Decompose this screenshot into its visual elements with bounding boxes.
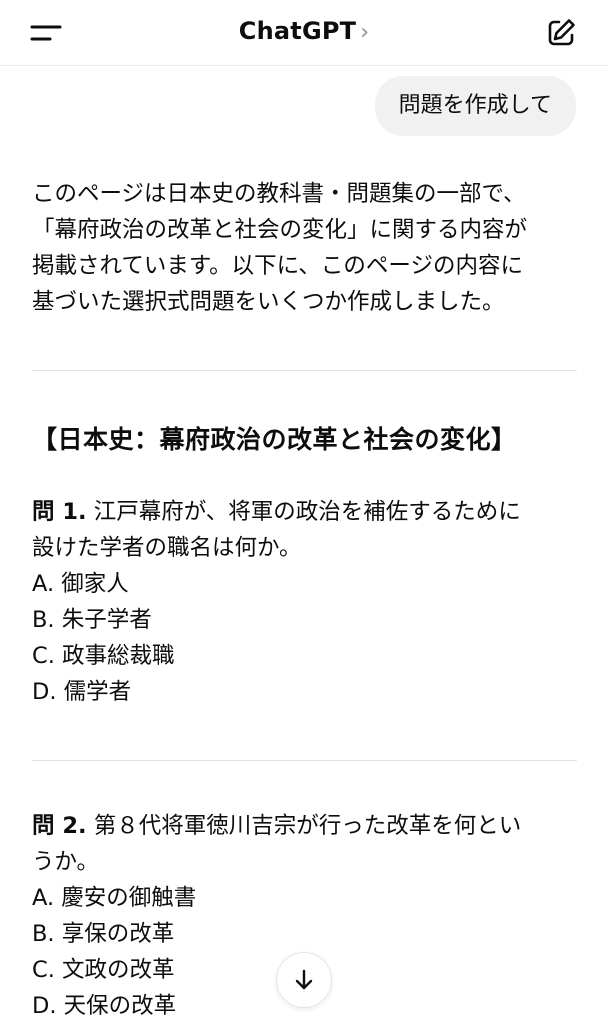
section-divider (32, 370, 577, 371)
scroll-to-bottom-button[interactable] (276, 952, 332, 1008)
question-1: 問 1. 江戸幕府が、将軍の政治を補佐するために 設けた学者の職名は何か。 A.… (32, 494, 578, 710)
new-chat-button[interactable] (544, 16, 578, 50)
question-number: 問 2. (32, 813, 87, 839)
answer-option: D. 儒学者 (32, 679, 132, 705)
question-text-line: 問 1. 江戸幕府が、将軍の政治を補佐するために (32, 494, 578, 530)
chevron-right-icon: › (360, 20, 370, 45)
assistant-intro: このページは日本史の教科書・問題集の一部で、 「幕府政治の改革と社会の変化」に関… (32, 176, 578, 320)
user-message-bubble: 問題を作成して (374, 76, 576, 136)
question-text-line: 問 2. 第８代将軍徳川吉宗が行った改革を何とい (32, 808, 578, 844)
intro-line: 掲載されています。以下に、このページの内容に (32, 253, 523, 279)
intro-line: このページは日本史の教科書・問題集の一部で、 (32, 181, 526, 207)
intro-line: 基づいた選択式問題をいくつか作成しました。 (32, 289, 505, 315)
chat-app: ChatGPT › 問題を作成して このページは日本史の教科書・問題集の一部で、 … (0, 0, 608, 1024)
answer-option: A. 慶安の御触書 (32, 885, 197, 911)
question-number: 問 1. (32, 499, 87, 525)
question-text-line: うか。 (32, 849, 100, 875)
new-chat-icon (548, 19, 575, 46)
question-text: 江戸幕府が、将軍の政治を補佐するために (93, 499, 521, 525)
answer-option: B. 朱子学者 (32, 607, 152, 633)
arrow-down-icon (295, 969, 313, 990)
question-text: 第８代将軍徳川吉宗が行った改革を何とい (93, 813, 522, 839)
user-message-text: 問題を作成して (398, 93, 552, 118)
section-divider (32, 760, 577, 761)
top-bar: ChatGPT › (0, 0, 608, 66)
question-text-line: 設けた学者の職名は何か。 (32, 535, 302, 561)
intro-line: 「幕府政治の改革と社会の変化」に関する内容が (32, 217, 528, 243)
answer-option: B. 享保の改革 (32, 921, 175, 947)
section-title: 【日本史：幕府政治の改革と社会の変化】 (32, 425, 517, 454)
model-selector[interactable]: ChatGPT › (0, 17, 608, 45)
answer-option: C. 政事総裁職 (32, 643, 175, 669)
app-title: ChatGPT (238, 17, 357, 45)
answer-option: A. 御家人 (32, 571, 129, 597)
